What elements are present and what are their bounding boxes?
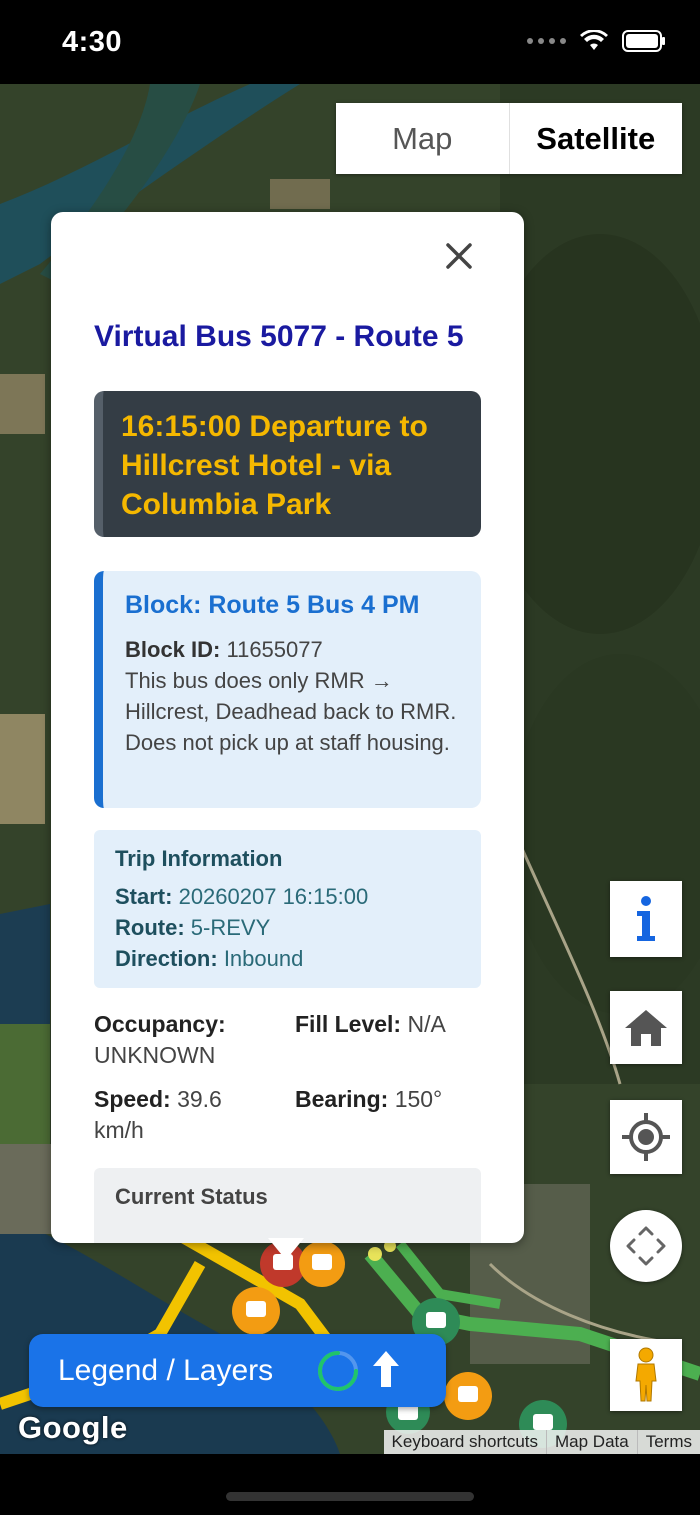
battery-icon xyxy=(622,30,665,52)
home-icon xyxy=(625,1009,667,1046)
bearing-value: 150° xyxy=(394,1086,443,1112)
google-logo: Google xyxy=(18,1410,128,1445)
fill-level-stat: Fill Level: N/A xyxy=(295,1009,475,1040)
bearing-label: Bearing: xyxy=(295,1086,389,1112)
legend-layers-label: Legend / Layers xyxy=(58,1353,274,1387)
recenter-icon xyxy=(626,1226,666,1266)
trip-info-card: Trip Information Start: 20260207 16:15:0… xyxy=(94,830,481,988)
info-window-pointer xyxy=(268,1238,304,1260)
bearing-stat: Bearing: 150° xyxy=(295,1084,475,1115)
my-location-button[interactable] xyxy=(610,1100,682,1174)
loading-spinner-icon xyxy=(318,1351,358,1391)
my-location-icon xyxy=(622,1113,670,1161)
cellular-signal-icon xyxy=(527,38,566,44)
info-button[interactable] xyxy=(610,881,682,957)
bottom-bar xyxy=(0,1454,700,1515)
trip-title: Trip Information xyxy=(115,846,283,871)
home-indicator[interactable] xyxy=(226,1492,474,1501)
fill-level-label: Fill Level: xyxy=(295,1011,402,1037)
trip-start-value: 20260207 16:15:00 xyxy=(178,884,369,909)
close-icon[interactable] xyxy=(439,236,479,276)
trip-route-value: 5-REVY xyxy=(190,915,271,940)
bus-marker[interactable] xyxy=(232,1287,280,1335)
block-card: Block: Route 5 Bus 4 PM Block ID: 116550… xyxy=(94,571,481,808)
map-type-toggle: Map Satellite xyxy=(336,103,682,174)
bus-info-window: Virtual Bus 5077 - Route 5 16:15:00 Depa… xyxy=(51,212,524,1243)
arrow-up-icon xyxy=(373,1351,399,1387)
recenter-button[interactable] xyxy=(610,1210,682,1282)
trip-start-row: Start: 20260207 16:15:00 xyxy=(115,881,460,912)
status-icons xyxy=(527,30,666,52)
speed-label: Speed: xyxy=(94,1086,171,1112)
terms-link[interactable]: Terms xyxy=(636,1430,700,1454)
trip-direction-label: Direction: xyxy=(115,946,218,971)
status-time: 4:30 xyxy=(62,26,123,58)
trip-direction-row: Direction: Inbound xyxy=(115,943,460,974)
map-data-link[interactable]: Map Data xyxy=(546,1430,637,1454)
map-type-map-button[interactable]: Map xyxy=(336,103,510,174)
occupancy-label: Occupancy: xyxy=(94,1011,226,1037)
street-view-button[interactable] xyxy=(610,1339,682,1411)
trip-route-row: Route: 5-REVY xyxy=(115,912,460,943)
block-id-value: 11655077 xyxy=(226,637,323,662)
block-description: This bus does only RMR → Hillcrest, Dead… xyxy=(125,668,457,755)
departure-banner: 16:15:00 Departure to Hillcrest Hotel - … xyxy=(94,391,481,537)
wifi-icon xyxy=(580,30,608,50)
info-icon xyxy=(637,896,655,941)
bus-title: Virtual Bus 5077 - Route 5 xyxy=(94,320,464,353)
street-view-pegman-icon xyxy=(635,1347,657,1402)
status-bar: 4:30 xyxy=(0,0,700,84)
bus-marker[interactable] xyxy=(299,1241,345,1287)
trip-direction-value: Inbound xyxy=(223,946,304,971)
map-footer: Keyboard shortcuts Map Data Terms xyxy=(383,1430,700,1454)
current-status-header: Current Status xyxy=(94,1168,481,1243)
block-title: Block: Route 5 Bus 4 PM xyxy=(125,591,420,619)
occupancy-value: UNKNOWN xyxy=(94,1042,216,1068)
occupancy-stat: Occupancy: UNKNOWN xyxy=(94,1009,274,1071)
map-type-satellite-button[interactable]: Satellite xyxy=(510,103,683,174)
trip-start-label: Start: xyxy=(115,884,173,909)
fill-level-value: N/A xyxy=(407,1011,446,1037)
block-id-label: Block ID: xyxy=(125,637,221,662)
home-button[interactable] xyxy=(610,991,682,1064)
keyboard-shortcuts-link[interactable]: Keyboard shortcuts xyxy=(384,1430,546,1454)
speed-stat: Speed: 39.6 km/h xyxy=(94,1084,244,1146)
block-id-row: Block ID: 11655077 xyxy=(125,634,459,665)
trip-route-label: Route: xyxy=(115,915,185,940)
bus-marker[interactable] xyxy=(444,1372,492,1420)
legend-layers-button[interactable]: Legend / Layers xyxy=(29,1334,446,1407)
